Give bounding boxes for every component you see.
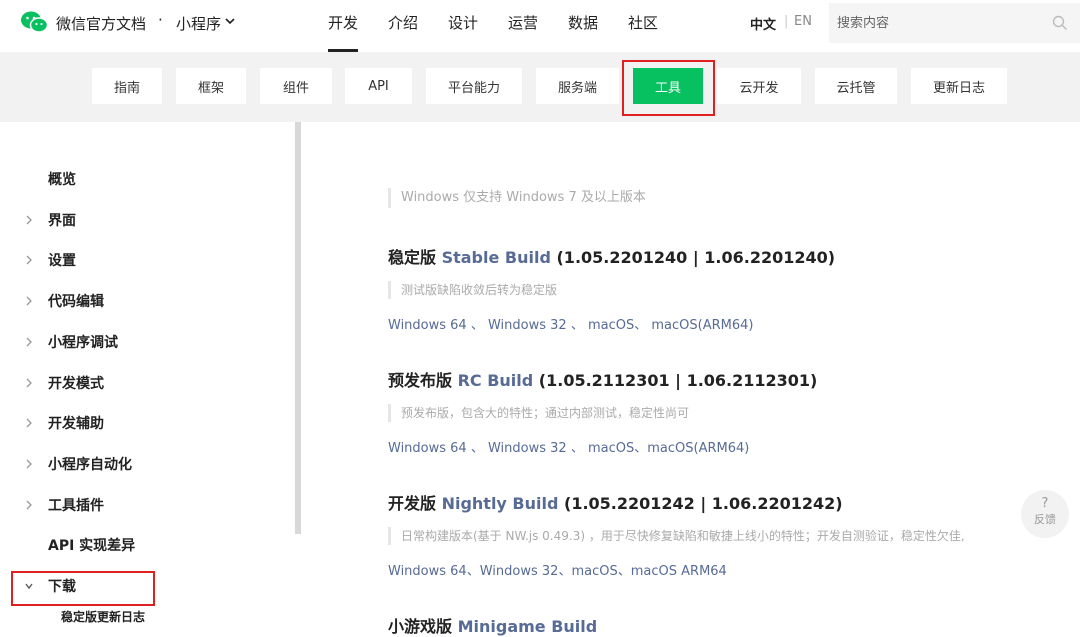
sidebar-item-label: 概览: [48, 172, 76, 188]
sidebar-item-plugins[interactable]: 工具插件: [0, 490, 290, 520]
nightly-build-version: (1.05.2201242 | 1.06.2201242): [558, 494, 843, 513]
rc-link-macos[interactable]: macOS: [588, 441, 634, 456]
sidebar-item-dev-mode[interactable]: 开发模式: [0, 368, 290, 398]
lang-separator: |: [784, 14, 789, 29]
main-content: Windows 仅支持 Windows 7 及以上版本 稳定版 Stable B…: [300, 122, 1080, 637]
sidebar-item-code-editor[interactable]: 代码编辑: [0, 286, 290, 316]
nav-item-intro[interactable]: 介绍: [388, 12, 418, 33]
nightly-link-macos[interactable]: macOS: [571, 564, 617, 579]
minigame-build-title: 小游戏版 Minigame Build: [388, 613, 597, 637]
download-item-highlight: [11, 571, 155, 606]
sidebar-item-label: API 实现差异: [48, 538, 136, 554]
minigame-build-en: Minigame Build: [457, 617, 598, 636]
tab-guide[interactable]: 指南: [92, 68, 162, 104]
stable-link-macos[interactable]: macOS: [588, 318, 634, 333]
sidebar-item-label: 设置: [48, 253, 76, 269]
sidebar-item-label: 界面: [48, 213, 76, 229]
rc-build-en: RC Build: [457, 371, 534, 390]
rc-link-win32[interactable]: Windows 32: [488, 441, 567, 456]
sidebar-item-automation[interactable]: 小程序自动化: [0, 449, 290, 479]
stable-download-links: Windows 64 、 Windows 32 、 macOS、 macOS(A…: [388, 318, 754, 333]
top-header: 微信官方文档 · 小程序 开发 介绍 设计 运营 数据 社区 中文 | EN: [0, 0, 1080, 52]
chevron-right-icon: [26, 500, 32, 510]
stable-build-note: 测试版缺陷收敛后转为稳定版: [388, 281, 557, 299]
chevron-right-icon: [26, 418, 32, 428]
stable-build-en: Stable Build: [441, 248, 551, 267]
rc-build-version: (1.05.2112301 | 1.06.2112301): [533, 371, 818, 390]
sidebar-item-overview[interactable]: 概览: [0, 164, 290, 194]
sidebar: 概览 界面 设置 代码编辑 小程序调试 开发模式 开发辅助 小程序自动化 工具插…: [0, 122, 301, 634]
sidebar-item-api-diff[interactable]: API 实现差异: [0, 530, 290, 560]
lang-english[interactable]: EN: [794, 14, 812, 29]
search-icon[interactable]: [1052, 15, 1068, 31]
sidebar-item-debug[interactable]: 小程序调试: [0, 327, 290, 357]
nav-item-design[interactable]: 设计: [448, 12, 478, 33]
nightly-link-macos-arm64[interactable]: macOS ARM64: [631, 564, 727, 579]
nightly-link-win32[interactable]: Windows 32: [480, 564, 559, 579]
nightly-build-cn: 开发版: [388, 494, 442, 513]
stable-build-title: 稳定版 Stable Build (1.05.2201240 | 1.06.22…: [388, 244, 835, 268]
stable-link-macos-arm64[interactable]: macOS(ARM64): [651, 318, 753, 333]
sub-nav: 指南 框架 组件 API 平台能力 服务端 工具 云开发 云托管 更新日志: [0, 52, 1080, 122]
nightly-build-note: 日常构建版本(基于 NW.js 0.49.3) ，用于尽快修复缺陷和敏捷上线小的…: [388, 527, 965, 545]
minigame-build-cn: 小游戏版: [388, 617, 458, 636]
nav-item-community[interactable]: 社区: [628, 12, 658, 33]
rc-link-macos-arm64[interactable]: macOS(ARM64): [647, 441, 749, 456]
chevron-right-icon: [26, 459, 32, 469]
sidebar-item-interface[interactable]: 界面: [0, 205, 290, 235]
nightly-build-title: 开发版 Nightly Build (1.05.2201242 | 1.06.2…: [388, 490, 843, 514]
windows-support-note: Windows 仅支持 Windows 7 及以上版本: [388, 188, 646, 208]
question-icon: ?: [1041, 496, 1049, 511]
nav-item-data[interactable]: 数据: [568, 12, 598, 33]
sidebar-item-label: 小程序调试: [48, 335, 118, 351]
tab-cloud-hosting[interactable]: 云托管: [815, 68, 897, 104]
nav-item-dev[interactable]: 开发: [328, 12, 359, 52]
feedback-label: 反馈: [1034, 513, 1056, 526]
rc-build-note: 预发布版，包含大的特性；通过内部测试，稳定性尚可: [388, 404, 689, 422]
chevron-right-icon: [26, 255, 32, 265]
tab-api[interactable]: API: [345, 68, 412, 104]
stable-build-version: (1.05.2201240 | 1.06.2201240): [550, 248, 836, 267]
lang-chinese[interactable]: 中文: [750, 14, 776, 33]
tools-tab-highlight: [622, 60, 715, 116]
chevron-right-icon: [26, 337, 32, 347]
tab-cloud-dev[interactable]: 云开发: [717, 68, 801, 104]
brand-title[interactable]: 微信官方文档: [56, 13, 146, 34]
chevron-down-icon[interactable]: [224, 15, 236, 27]
tab-platform[interactable]: 平台能力: [426, 68, 522, 104]
sidebar-item-dev-assist[interactable]: 开发辅助: [0, 408, 290, 438]
chevron-right-icon: [26, 296, 32, 306]
sidebar-item-label: 小程序自动化: [48, 457, 132, 473]
nightly-download-links: Windows 64、Windows 32、macOS、macOS ARM64: [388, 564, 727, 579]
tab-framework[interactable]: 框架: [176, 68, 246, 104]
chevron-right-icon: [26, 215, 32, 225]
nav-item-operate[interactable]: 运营: [508, 12, 538, 33]
product-switcher[interactable]: 小程序: [176, 13, 221, 34]
tab-server[interactable]: 服务端: [536, 68, 619, 104]
sidebar-item-label: 开发模式: [48, 376, 104, 392]
wechat-logo-icon[interactable]: [20, 10, 48, 34]
sidebar-item-settings[interactable]: 设置: [0, 245, 290, 275]
rc-build-title: 预发布版 RC Build (1.05.2112301 | 1.06.21123…: [388, 367, 817, 391]
rc-download-links: Windows 64 、 Windows 32 、 macOS、macOS(AR…: [388, 441, 750, 456]
stable-link-win64[interactable]: Windows 64: [388, 318, 467, 333]
rc-link-win64[interactable]: Windows 64: [388, 441, 467, 456]
sidebar-item-label: 工具插件: [48, 498, 104, 514]
stable-build-cn: 稳定版: [388, 248, 442, 267]
search-box[interactable]: [829, 3, 1080, 43]
feedback-button[interactable]: ? 反馈: [1021, 490, 1069, 538]
stable-link-win32[interactable]: Windows 32: [488, 318, 567, 333]
nightly-link-win64[interactable]: Windows 64: [388, 564, 467, 579]
chevron-right-icon: [26, 378, 32, 388]
sidebar-subitem-stable-changelog[interactable]: 稳定版更新日志: [61, 608, 145, 625]
brand-separator: ·: [158, 11, 163, 29]
tab-changelog[interactable]: 更新日志: [911, 68, 1007, 104]
search-input[interactable]: [837, 13, 1037, 33]
nightly-build-en: Nightly Build: [441, 494, 559, 513]
sidebar-item-label: 开发辅助: [48, 416, 104, 432]
rc-build-cn: 预发布版: [388, 371, 458, 390]
tab-components[interactable]: 组件: [260, 68, 332, 104]
sidebar-item-label: 代码编辑: [48, 294, 104, 310]
